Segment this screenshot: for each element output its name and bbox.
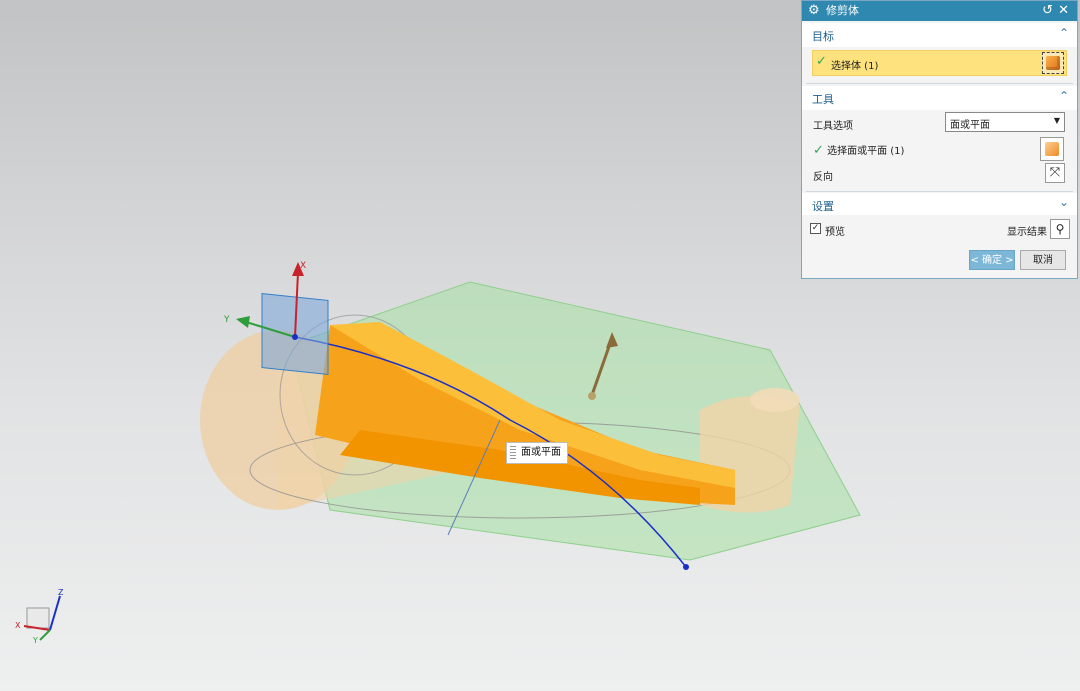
select-face-button[interactable] [1040,137,1064,161]
check-icon: ✓ [813,143,824,158]
show-result-button[interactable]: ⚲ [1050,219,1070,239]
ok-button[interactable]: < 确定 > [969,250,1015,270]
trim-body-dialog[interactable]: ⚙ 修剪体 ↺ ✕ 目标 ⌃ ✓ 选择体 (1) 工具 ⌃ 工具选项 ✓ 选择面… [801,0,1078,279]
section-tool-label: 工具 [812,93,834,106]
face-icon [1045,142,1059,156]
view-triad: Z X Y [15,588,64,645]
reverse-label: 反向 [813,172,833,183]
gear-icon[interactable]: ⚙ [808,1,820,21]
dialog-titlebar[interactable]: ⚙ 修剪体 ↺ ✕ [802,1,1077,21]
face-tooltip: 面或平面 [506,442,568,464]
section-target-header[interactable]: 目标 ⌃ [802,23,1077,47]
select-body-row[interactable]: ✓ 选择体 (1) [812,50,1067,76]
chevron-up-icon[interactable]: ⌃ [1059,89,1069,103]
divider [806,191,1073,192]
axis-y-label: Y [223,315,230,325]
tool-option-dropdown[interactable]: 面或平面 ▼ [945,112,1065,132]
section-tool-header[interactable]: 工具 ⌃ [802,86,1077,110]
select-body-button[interactable] [1042,52,1064,74]
dialog-title: 修剪体 [826,4,859,17]
reset-icon[interactable]: ↺ [1042,1,1053,21]
section-settings-label: 设置 [812,200,834,213]
tooltip-label: 面或平面 [521,447,561,458]
svg-text:Z: Z [58,588,64,597]
close-icon[interactable]: ✕ [1058,1,1069,21]
cancel-button[interactable]: 取消 [1020,250,1066,270]
select-face-label: 选择面或平面 (1) [827,146,905,157]
reverse-direction-icon: ⤧ [1049,165,1061,180]
show-result-label: 显示结果 [1007,227,1047,238]
chevron-up-icon[interactable]: ⌃ [1059,26,1069,40]
chevron-down-icon: ▼ [1053,116,1060,125]
reverse-direction-button[interactable]: ⤧ [1045,163,1065,183]
check-icon: ✓ [816,54,827,69]
svg-text:X: X [15,621,21,630]
chevron-down-icon[interactable]: ⌄ [1059,195,1069,209]
divider [806,83,1073,84]
tool-option-value: 面或平面 [950,120,990,131]
section-target-label: 目标 [812,30,834,43]
tool-option-label: 工具选项 [813,121,853,132]
select-face-row[interactable]: ✓ 选择面或平面 (1) [813,142,904,158]
svg-text:Y: Y [32,636,38,645]
preview-checkbox[interactable]: ✓ [810,223,821,234]
axis-x-label: X [300,261,306,271]
solid-body-icon [1046,56,1060,70]
preview-label: 预览 [825,227,845,238]
select-body-label: 选择体 (1) [831,61,879,72]
grip-icon [510,446,516,460]
magnifier-icon: ⚲ [1055,222,1065,236]
section-settings-header[interactable]: 设置 ⌄ [802,193,1077,215]
